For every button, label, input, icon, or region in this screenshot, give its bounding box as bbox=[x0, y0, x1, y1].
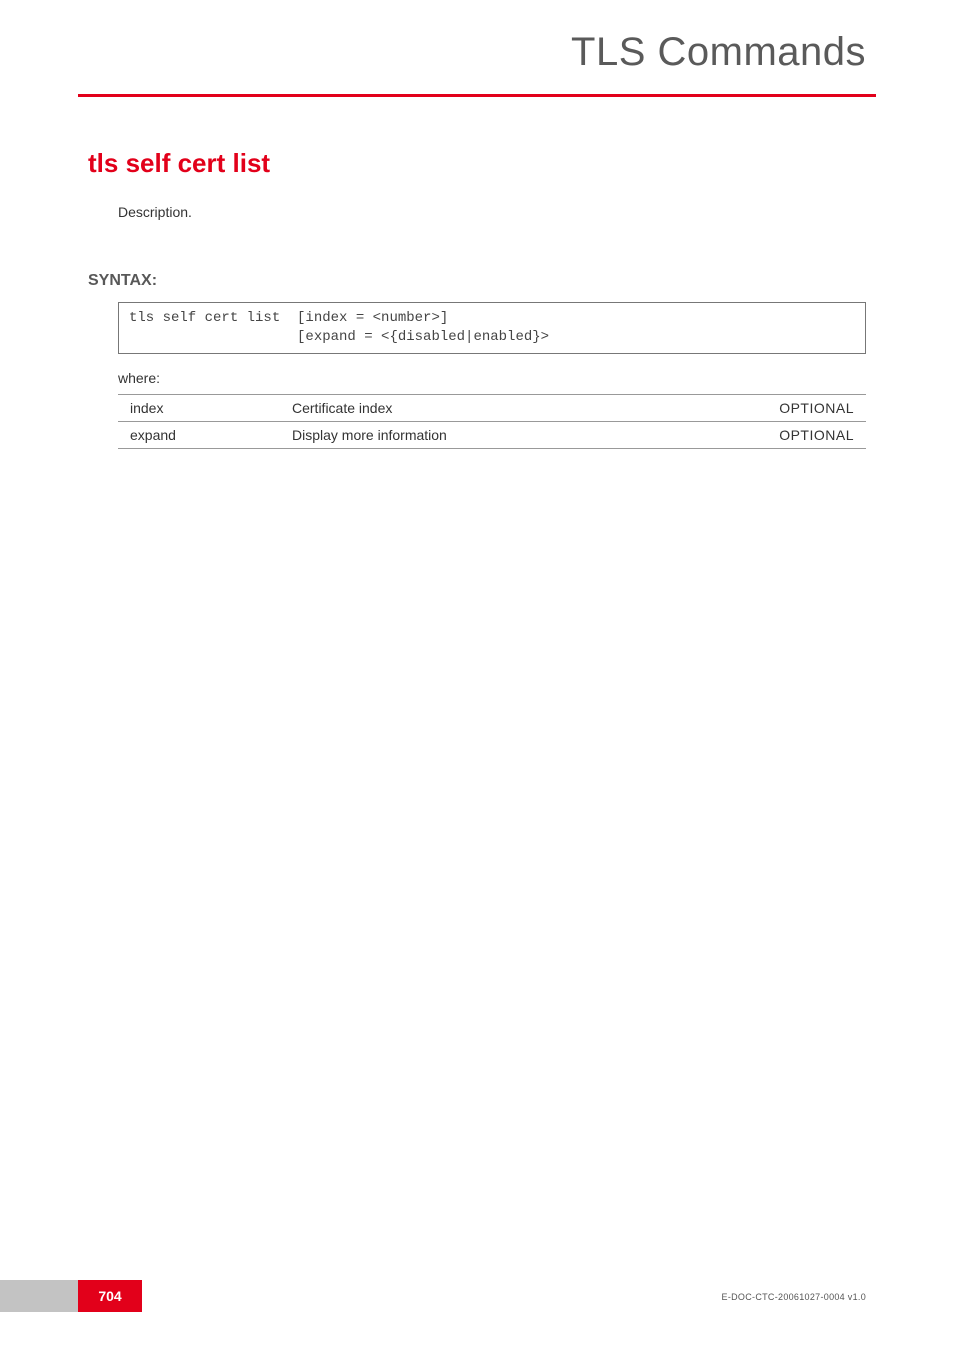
section-title: tls self cert list bbox=[88, 148, 270, 179]
param-desc: Certificate index bbox=[288, 395, 746, 422]
param-flag: OPTIONAL bbox=[746, 422, 866, 449]
table-row: index Certificate index OPTIONAL bbox=[118, 395, 866, 422]
where-label: where: bbox=[118, 370, 160, 386]
syntax-codeblock: tls self cert list [index = <number>] [e… bbox=[118, 302, 866, 354]
param-flag: OPTIONAL bbox=[746, 395, 866, 422]
footer-doc-id: E-DOC-CTC-20061027-0004 v1.0 bbox=[722, 1292, 866, 1302]
chapter-title: TLS Commands bbox=[571, 30, 866, 75]
page-number: 704 bbox=[78, 1280, 142, 1312]
param-name: expand bbox=[118, 422, 288, 449]
footer-band-background bbox=[0, 1280, 78, 1312]
section-description: Description. bbox=[118, 204, 192, 220]
footer: 704 E-DOC-CTC-20061027-0004 v1.0 bbox=[0, 1280, 954, 1312]
param-name: index bbox=[118, 395, 288, 422]
params-table: index Certificate index OPTIONAL expand … bbox=[118, 394, 866, 449]
header-rule bbox=[78, 94, 876, 97]
table-row: expand Display more information OPTIONAL bbox=[118, 422, 866, 449]
param-desc: Display more information bbox=[288, 422, 746, 449]
page: TLS Commands tls self cert list Descript… bbox=[0, 0, 954, 1350]
syntax-label: SYNTAX: bbox=[88, 272, 157, 290]
